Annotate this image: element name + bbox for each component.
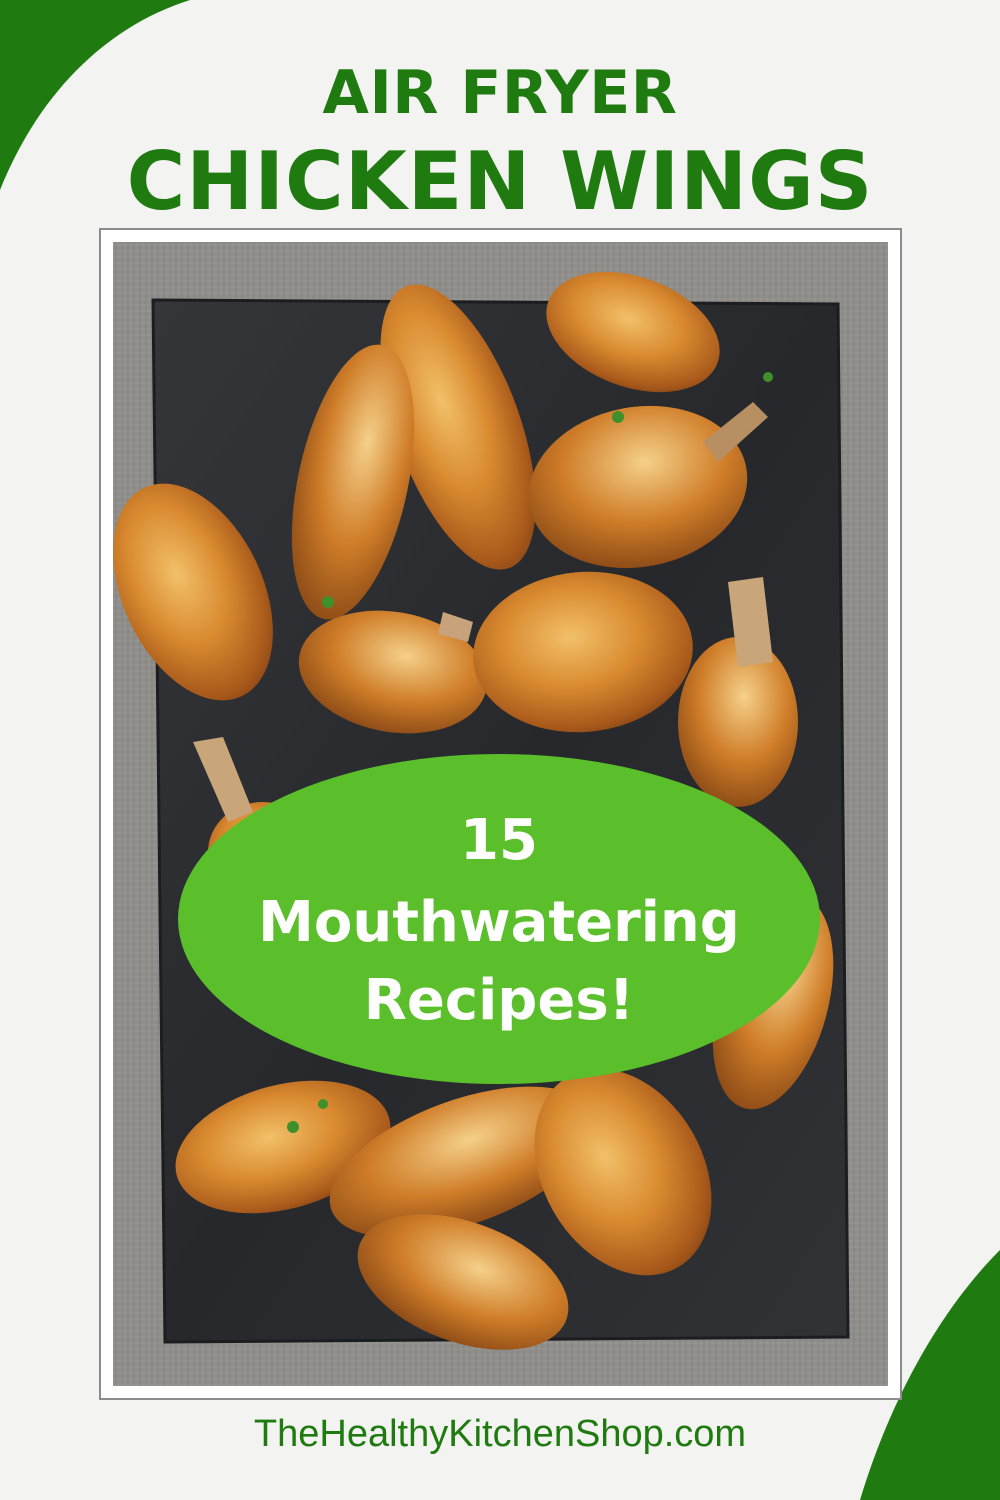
page-title-line2: CHICKEN WINGS — [126, 135, 874, 228]
badge-line2: Mouthwatering — [258, 890, 740, 955]
badge-count: 15 — [460, 808, 538, 873]
badge-line3: Recipes! — [363, 968, 635, 1033]
page-title-line1: AIR FRYER — [322, 58, 678, 128]
website-link[interactable]: TheHealthyKitchenShop.com — [0, 1410, 1000, 1458]
